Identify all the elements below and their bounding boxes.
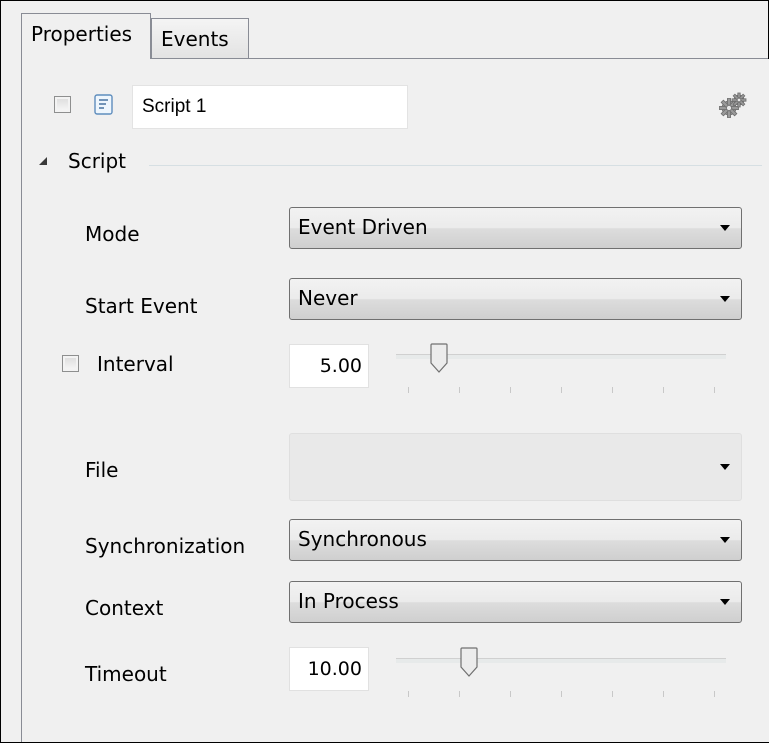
properties-panel (21, 59, 769, 742)
mode-dropdown[interactable]: Event Driven (289, 207, 742, 249)
tab-properties-label: Properties (31, 22, 133, 46)
slider-tick (663, 691, 664, 697)
script-document-icon (94, 94, 113, 115)
slider-tick (561, 691, 562, 697)
interval-label: Interval (97, 352, 174, 376)
slider-tick (612, 691, 613, 697)
slider-tick (612, 387, 613, 393)
gears-icon[interactable] (718, 90, 748, 120)
triangle-collapse-icon[interactable] (38, 156, 48, 166)
slider-tick (561, 387, 562, 393)
section-title: Script (68, 149, 127, 173)
synchronization-dropdown-value: Synchronous (298, 527, 427, 551)
slider-tick (510, 691, 511, 697)
context-dropdown[interactable]: In Process (289, 581, 742, 623)
interval-slider[interactable] (396, 343, 726, 400)
timeout-slider[interactable] (396, 647, 726, 704)
slider-tick (510, 387, 511, 393)
tab-properties[interactable]: Properties (21, 13, 151, 59)
slider-tick (714, 387, 715, 393)
chevron-down-icon (720, 225, 730, 231)
timeout-label: Timeout (85, 662, 167, 686)
interval-checkbox[interactable] (62, 355, 79, 372)
tab-events[interactable]: Events (151, 18, 249, 59)
interval-input[interactable]: 5.00 (289, 344, 369, 388)
start-event-dropdown[interactable]: Never (289, 278, 742, 320)
slider-thumb[interactable] (460, 647, 478, 677)
start-event-dropdown-value: Never (298, 286, 358, 310)
chevron-down-icon (720, 537, 730, 543)
slider-tick (459, 387, 460, 393)
slider-thumb[interactable] (429, 343, 448, 373)
chevron-down-icon (720, 464, 730, 470)
mode-dropdown-value: Event Driven (298, 215, 428, 239)
timeout-input[interactable]: 10.00 (289, 647, 369, 691)
context-label: Context (85, 596, 164, 620)
synchronization-label: Synchronization (85, 534, 246, 558)
slider-tick (663, 387, 664, 393)
slider-tick (714, 691, 715, 697)
file-dropdown[interactable] (289, 433, 742, 501)
start-event-label: Start Event (85, 294, 198, 318)
chevron-down-icon (720, 296, 730, 302)
properties-window: Properties Events Script 1 Script Mode E… (0, 0, 769, 743)
script-enabled-checkbox[interactable] (54, 96, 71, 113)
mode-label: Mode (85, 222, 140, 246)
section-divider (149, 165, 762, 166)
slider-tick (408, 387, 409, 393)
context-dropdown-value: In Process (298, 589, 399, 613)
chevron-down-icon (720, 599, 730, 605)
synchronization-dropdown[interactable]: Synchronous (289, 519, 742, 561)
slider-tick (408, 691, 409, 697)
file-label: File (85, 458, 119, 482)
slider-track (396, 658, 726, 663)
script-name-input[interactable]: Script 1 (132, 85, 408, 129)
slider-tick (459, 691, 460, 697)
tab-events-label: Events (161, 27, 229, 51)
